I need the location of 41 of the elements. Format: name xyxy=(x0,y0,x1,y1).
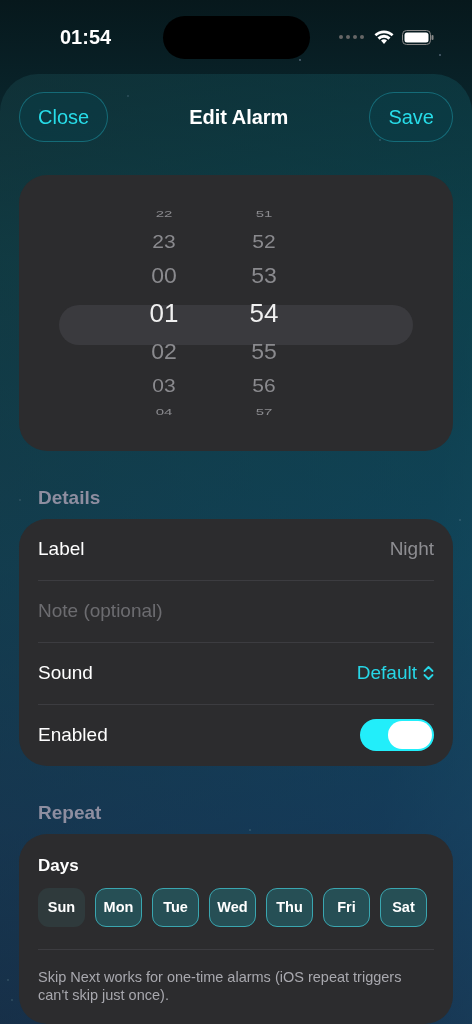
day-toggle[interactable]: Wed xyxy=(209,887,256,927)
day-toggle[interactable]: Tue xyxy=(152,887,199,927)
minute-value: 52 xyxy=(252,230,276,253)
day-toggle[interactable]: Sun xyxy=(38,887,85,927)
row-label: Label xyxy=(38,538,85,561)
status-time: 01:54 xyxy=(60,25,113,49)
minute-value: 53 xyxy=(251,261,277,289)
hour-value: 00 xyxy=(151,261,177,289)
minute-value: 55 xyxy=(251,337,277,365)
time-picker[interactable]: 22 23 00 01 02 03 04 51 52 53 54 55 56 57 xyxy=(19,175,453,451)
hour-value: 02 xyxy=(151,337,177,365)
section-heading: Repeat xyxy=(38,801,103,824)
day-toggle[interactable]: Mon xyxy=(95,887,142,927)
minute-value: 56 xyxy=(252,374,276,397)
wifi-icon xyxy=(374,29,394,45)
minute-value: 51 xyxy=(255,208,273,220)
row-value[interactable]: Night xyxy=(389,538,434,561)
repeat-note: Skip Next works for one-time alarms (iOS repeat triggers can't skip just once). xyxy=(38,967,403,1004)
sound-menu[interactable]: Default xyxy=(356,662,434,685)
minute-value: 57 xyxy=(255,406,273,418)
save-button[interactable]: Save xyxy=(369,92,453,142)
minute-value: 54 xyxy=(249,296,279,330)
day-toggle[interactable]: Sat xyxy=(380,887,427,927)
chevron-up-down-icon xyxy=(423,665,434,682)
row-label: Enabled xyxy=(38,724,108,747)
row-label: Sound xyxy=(38,662,93,685)
hour-value: 04 xyxy=(155,406,173,418)
cellular-signal-icon xyxy=(338,34,366,40)
day-toggle[interactable]: Fri xyxy=(323,887,370,927)
sheet-title: Edit Alarm xyxy=(189,105,289,129)
day-toggle[interactable]: Thu xyxy=(266,887,313,927)
note-field[interactable]: Note (optional) xyxy=(38,600,434,623)
toggle-switch[interactable] xyxy=(360,719,434,752)
hour-value: 03 xyxy=(152,374,176,397)
battery-icon xyxy=(402,29,434,45)
hour-value: 23 xyxy=(152,230,176,253)
close-button[interactable]: Close xyxy=(19,92,109,142)
days-label: Days xyxy=(38,855,80,876)
hour-value: 22 xyxy=(155,208,173,220)
hour-value: 01 xyxy=(149,296,179,330)
section-heading: Details xyxy=(38,486,102,509)
